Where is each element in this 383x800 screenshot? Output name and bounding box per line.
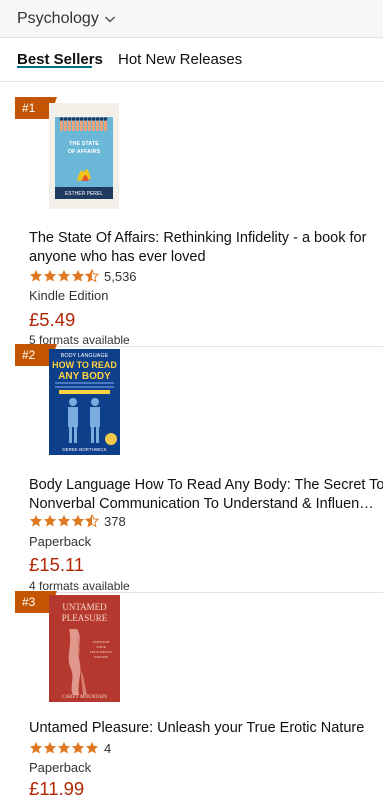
star-full-icon: [57, 269, 71, 282]
svg-text:YOUR: YOUR: [96, 645, 107, 649]
star-full-icon: [57, 741, 71, 754]
product-title-line: Nonverbal Communication To Understand & …: [29, 496, 377, 512]
star-full-icon: [43, 514, 57, 527]
rating[interactable]: 4: [29, 740, 111, 756]
star-half-icon: [85, 514, 99, 528]
svg-text:DEREK BORTHWICK: DEREK BORTHWICK: [62, 447, 106, 452]
svg-text:NATURE: NATURE: [94, 655, 108, 659]
book-cover-image[interactable]: THE STATE OF AFFAIRS ESTHER PEREL: [49, 103, 119, 209]
tab-hot-new-releases[interactable]: Hot New Releases: [118, 51, 242, 68]
star-full-icon: [29, 741, 43, 754]
svg-text:BODY LANGUAGE: BODY LANGUAGE: [61, 353, 109, 359]
rating[interactable]: 5,536: [29, 268, 137, 284]
category-dropdown[interactable]: Psychology: [17, 7, 116, 31]
product-title[interactable]: Body Language How To Read Any Body: The …: [29, 476, 383, 514]
star-rating: [29, 269, 99, 283]
product-title-line: Body Language How To Read Any Body: The …: [29, 477, 383, 493]
star-full-icon: [71, 269, 85, 282]
price: £11.99: [29, 778, 85, 799]
header: Psychology: [0, 0, 383, 38]
star-full-icon: [29, 269, 43, 282]
rating-count: 378: [104, 513, 126, 529]
product-title-line: anyone who has ever loved: [29, 249, 206, 265]
svg-text:HOW TO READ: HOW TO READ: [52, 360, 117, 370]
svg-text:ESTHER PEREL: ESTHER PEREL: [65, 191, 103, 197]
svg-text:PLEASURE: PLEASURE: [62, 613, 108, 623]
star-full-icon: [29, 514, 43, 527]
svg-text:TRUE EROTIC: TRUE EROTIC: [90, 650, 113, 654]
divider: [16, 592, 383, 593]
star-rating: [29, 514, 99, 528]
rank-badge: #1: [15, 97, 57, 119]
rank-badge: #2: [15, 344, 57, 366]
star-full-icon: [85, 741, 99, 754]
product-title[interactable]: The State Of Affairs: Rethinking Infidel…: [29, 229, 377, 267]
star-rating: [29, 741, 99, 755]
star-full-icon: [71, 514, 85, 527]
chevron-down-icon: [104, 16, 115, 23]
rating-count: 4: [104, 740, 112, 756]
rating[interactable]: 378: [29, 513, 126, 529]
book-cover-image[interactable]: BODY LANGUAGE HOW TO READ ANY BODY DEREK…: [49, 349, 120, 455]
tab-bar: Best Sellers Hot New Releases: [0, 38, 383, 82]
category-label: Psychology: [17, 10, 99, 27]
star-full-icon: [43, 269, 57, 282]
product-title[interactable]: Untamed Pleasure: Unleash your True Erot…: [29, 719, 377, 738]
svg-text:THE STATE: THE STATE: [69, 141, 99, 147]
product-title-line: The State Of Affairs: Rethinking Infidel…: [29, 230, 367, 246]
star-full-icon: [43, 741, 57, 754]
price: £5.49: [29, 309, 76, 330]
divider: [16, 346, 383, 347]
rank-badge: #3: [15, 591, 57, 613]
active-tab-indicator: [17, 66, 92, 68]
rating-count: 5,536: [104, 268, 137, 284]
book-cover-image[interactable]: UNTAMED PLEASURE UNLEASH YOUR TRUE EROTI…: [49, 595, 120, 702]
star-full-icon: [57, 514, 71, 527]
format-label: Kindle Edition: [29, 288, 109, 303]
price: £15.11: [29, 554, 85, 575]
svg-text:ANY BODY: ANY BODY: [58, 371, 111, 382]
svg-text:OF AFFAIRS: OF AFFAIRS: [68, 149, 101, 155]
svg-text:UNLEASH: UNLEASH: [93, 640, 110, 644]
star-full-icon: [71, 741, 85, 754]
svg-text:CAREY MOUNTAIN: CAREY MOUNTAIN: [62, 695, 107, 700]
svg-text:UNTAMED: UNTAMED: [62, 602, 107, 612]
format-label: Paperback: [29, 534, 92, 549]
star-half-icon: [85, 269, 99, 283]
format-label: Paperback: [29, 760, 92, 775]
